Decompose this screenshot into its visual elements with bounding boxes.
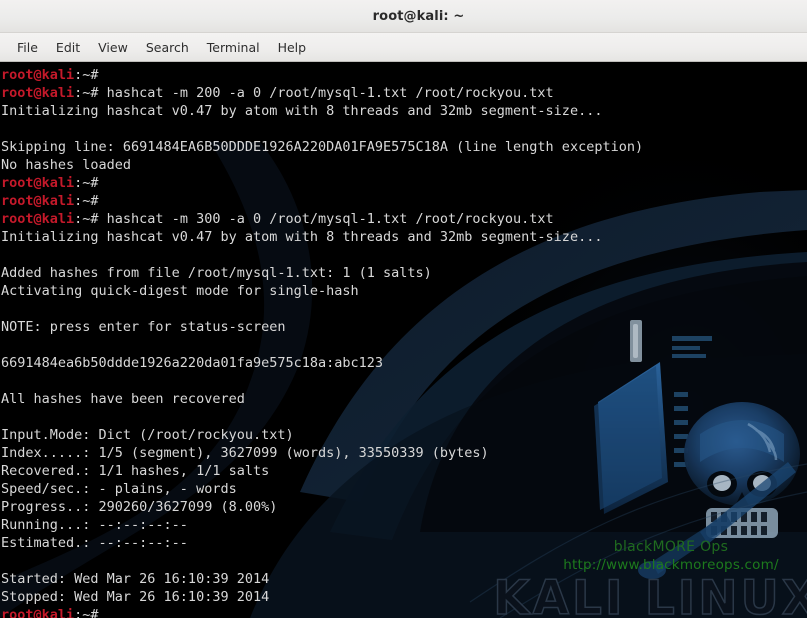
menu-item-view[interactable]: View: [89, 37, 137, 58]
prompt-symbol: :~#: [74, 193, 99, 209]
menu-item-edit[interactable]: Edit: [47, 37, 89, 58]
terminal-output-line: Started: Wed Mar 26 16:10:39 2014: [1, 571, 270, 587]
prompt-symbol: :~# hashcat -m 300 -a 0 /root/mysql-1.tx…: [74, 211, 554, 227]
terminal-prompt-line: root@kali:~#: [1, 606, 807, 618]
terminal-output-line: Recovered.: 1/1 hashes, 1/1 salts: [1, 463, 270, 479]
terminal-output-line: Speed/sec.: - plains, - words: [1, 481, 237, 497]
menu-item-help[interactable]: Help: [269, 37, 316, 58]
terminal-output-line: Running...: --:--:--:--: [1, 517, 188, 533]
terminal-output-line: Activating quick-digest mode for single-…: [1, 283, 359, 299]
prompt-user-host: root@kali: [1, 175, 75, 191]
terminal-output-line: Skipping line: 6691484EA6B50DDDE1926A220…: [1, 139, 644, 155]
prompt-user-host: root@kali: [1, 211, 75, 227]
terminal-output-line: NOTE: press enter for status-screen: [1, 319, 286, 335]
menu-item-file[interactable]: File: [8, 37, 47, 58]
prompt-symbol: :~#: [74, 175, 99, 191]
prompt-symbol: :~# hashcat -m 200 -a 0 /root/mysql-1.tx…: [74, 85, 554, 101]
terminal-prompt-line: root@kali:~#: [1, 192, 807, 210]
prompt-user-host: root@kali: [1, 193, 75, 209]
terminal-output-line: Stopped: Wed Mar 26 16:10:39 2014: [1, 589, 270, 605]
menu-item-terminal[interactable]: Terminal: [198, 37, 269, 58]
terminal-output-line: Initializing hashcat v0.47 by atom with …: [1, 103, 603, 119]
terminal-prompt-line: root@kali:~#: [1, 66, 807, 84]
terminal-window: root@kali: ~ File Edit View Search Termi…: [0, 0, 807, 618]
prompt-symbol: :~#: [74, 607, 99, 618]
terminal-output-line: All hashes have been recovered: [1, 391, 245, 407]
terminal-output-line: Added hashes from file /root/mysql-1.txt…: [1, 265, 432, 281]
terminal-text-buffer: root@kali:~# root@kali:~# hashcat -m 200 …: [0, 62, 807, 618]
terminal-output-line: 6691484ea6b50ddde1926a220da01fa9e575c18a…: [1, 355, 384, 371]
terminal-prompt-line: root@kali:~# hashcat -m 200 -a 0 /root/m…: [1, 84, 807, 102]
menu-bar: File Edit View Search Terminal Help: [0, 33, 807, 62]
terminal-output-line: Progress..: 290260/3627099 (8.00%): [1, 499, 278, 515]
terminal-prompt-line: root@kali:~#: [1, 174, 807, 192]
terminal-output-line: Initializing hashcat v0.47 by atom with …: [1, 229, 603, 245]
terminal-output-line: Index.....: 1/5 (segment), 3627099 (word…: [1, 445, 489, 461]
terminal-output-line: Input.Mode: Dict (/root/rockyou.txt): [1, 427, 294, 443]
prompt-user-host: root@kali: [1, 67, 75, 83]
terminal-output-line: Estimated.: --:--:--:--: [1, 535, 188, 551]
window-titlebar: root@kali: ~: [0, 0, 807, 33]
window-title: root@kali: ~: [372, 8, 465, 24]
terminal-output-line: No hashes loaded: [1, 157, 132, 173]
prompt-user-host: root@kali: [1, 85, 75, 101]
terminal-screen[interactable]: blackMORE Ops http://www.blackmoreops.co…: [0, 62, 807, 618]
terminal-prompt-line: root@kali:~# hashcat -m 300 -a 0 /root/m…: [1, 210, 807, 228]
prompt-symbol: :~#: [74, 67, 99, 83]
menu-item-search[interactable]: Search: [137, 37, 198, 58]
prompt-user-host: root@kali: [1, 607, 75, 618]
